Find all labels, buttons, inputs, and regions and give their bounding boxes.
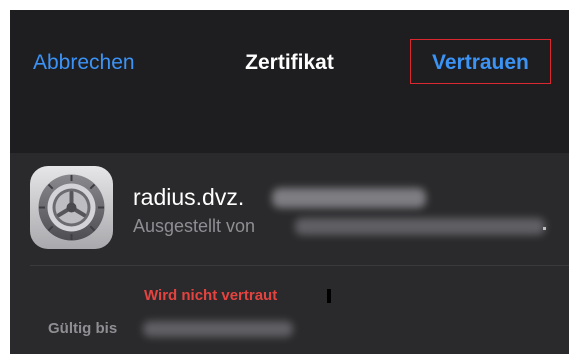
issued-by-label: Ausgestellt von bbox=[133, 216, 256, 236]
navigation-bar: Abbrechen Zertifikat Vertrauen bbox=[10, 10, 569, 153]
text-cursor bbox=[327, 289, 331, 303]
valid-until-label: Gültig bis bbox=[48, 320, 118, 337]
divider bbox=[30, 265, 569, 266]
settings-gear-icon bbox=[30, 166, 113, 249]
redacted-domain bbox=[272, 188, 426, 208]
trust-button[interactable]: Vertrauen bbox=[432, 50, 529, 76]
redacted-valid-date bbox=[143, 321, 293, 337]
certificate-sheet: Abbrechen Zertifikat Vertrauen radius.dv… bbox=[10, 10, 569, 354]
redacted-issuer bbox=[295, 218, 545, 235]
certificate-details: radius.dvz. Ausgestellt von Wird nicht v… bbox=[10, 153, 569, 354]
trailing-dot bbox=[543, 227, 546, 230]
trust-status: Wird nicht vertraut bbox=[144, 287, 278, 304]
certificate-name: radius.dvz. bbox=[133, 184, 245, 210]
